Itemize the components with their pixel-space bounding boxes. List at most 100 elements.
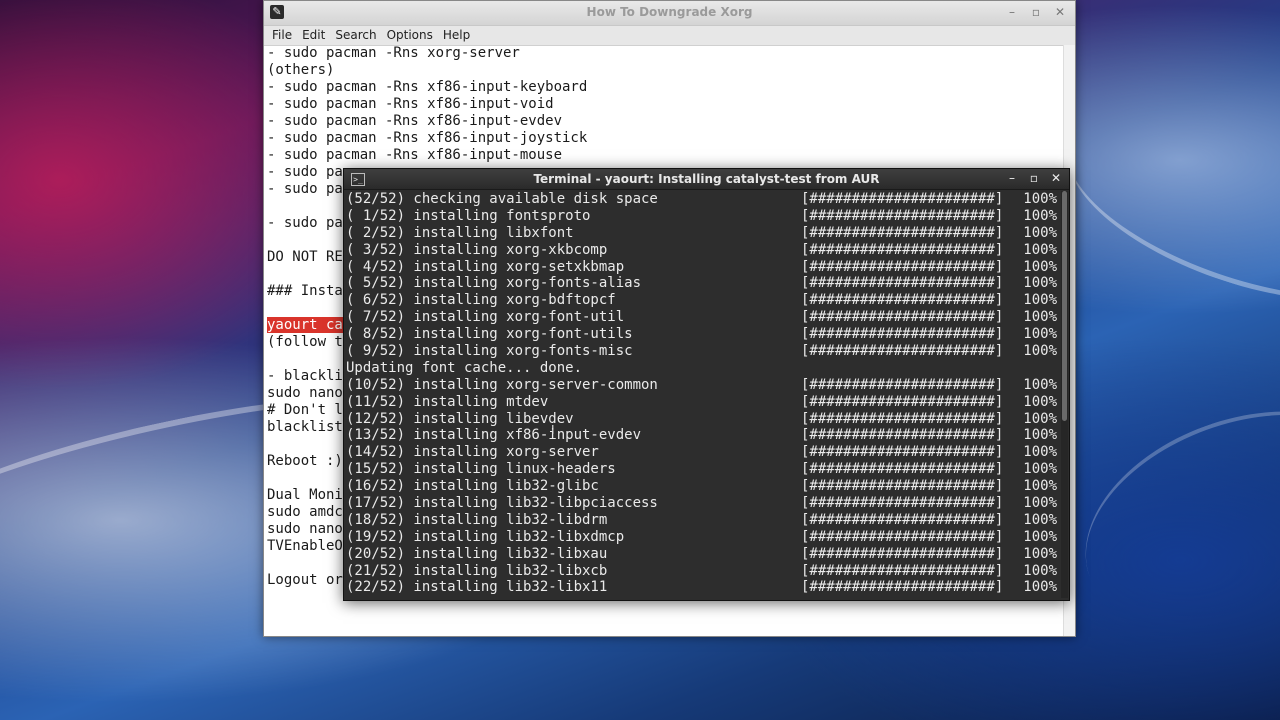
terminal-scrollbar[interactable] — [1061, 191, 1068, 598]
terminal-line-text: (13/52) installing xf86-input-evdev — [346, 427, 642, 444]
progress-bar: [######################] — [801, 495, 1004, 512]
terminal-line-text: ( 2/52) installing libxfont — [346, 224, 574, 241]
text-cursor-icon: I — [551, 423, 555, 437]
maximize-icon[interactable]: ▫ — [1029, 4, 1043, 20]
progress-bar: [######################] — [801, 511, 1004, 528]
progress-percent: 100% — [1023, 376, 1057, 393]
terminal-line: ( 1/52) installing fontsproto [##########… — [346, 208, 1059, 225]
progress-percent: 100% — [1023, 191, 1057, 207]
progress-percent: 100% — [1023, 427, 1057, 444]
terminal-line-text: (14/52) installing xorg-server — [346, 444, 599, 461]
progress-percent: 100% — [1023, 495, 1057, 512]
progress-bar: [######################] — [801, 579, 1004, 596]
progress-percent: 100% — [1023, 393, 1057, 410]
terminal-scrollbar-thumb[interactable] — [1062, 191, 1067, 421]
terminal-line: ( 8/52) installing xorg-font-utils [#####… — [346, 326, 1059, 343]
close-icon[interactable]: ✕ — [1049, 170, 1063, 187]
editor-line-text: - sudo pacman -Rns xf86-input-keyboard — [267, 79, 588, 95]
terminal-line: (15/52) installing linux-headers [#######… — [346, 461, 1059, 478]
wallpaper-streak — [1043, 65, 1280, 340]
menu-edit[interactable]: Edit — [298, 26, 331, 45]
terminal-line-text: (15/52) installing linux-headers — [346, 461, 616, 478]
terminal-line: (10/52) installing xorg-server-common [##… — [346, 377, 1059, 394]
wallpaper-streak — [1054, 371, 1280, 673]
editor-line-text: yaourt ca — [267, 317, 343, 333]
terminal-line-text: (12/52) installing libevdev — [346, 410, 574, 427]
terminal-line-text: (19/52) installing lib32-libxdmcp — [346, 528, 625, 545]
editor-line-text: (others) — [267, 62, 335, 78]
menu-help[interactable]: Help — [439, 26, 476, 45]
terminal-output[interactable]: (52/52) checking available disk space [##… — [346, 191, 1059, 598]
terminal-line-text: ( 8/52) installing xorg-font-utils — [346, 326, 633, 343]
terminal-line: (12/52) installing libevdev [############… — [346, 411, 1059, 428]
terminal-line: ( 2/52) installing libxfont [############… — [346, 225, 1059, 242]
terminal-line-text: Updating font cache... done. — [346, 359, 583, 376]
progress-bar: [######################] — [801, 393, 1004, 410]
editor-line-text: - blackli — [267, 368, 343, 384]
progress-bar: [######################] — [801, 343, 1004, 360]
progress-percent: 100% — [1023, 444, 1057, 461]
editor-line: - sudo pacman -Rns xf86-input-keyboard — [267, 79, 1063, 96]
terminal-titlebar[interactable]: >_ Terminal - yaourt: Installing catalys… — [344, 169, 1069, 190]
terminal-line: (20/52) installing lib32-libxau [########… — [346, 546, 1059, 563]
terminal-line: (13/52) installing xf86-input-evdev [####… — [346, 427, 1059, 444]
editor-line-text: sudo nano — [267, 385, 343, 401]
progress-bar: [######################] — [801, 224, 1004, 241]
editor-line: - sudo pacman -Rns xf86-input-joystick — [267, 130, 1063, 147]
minimize-icon[interactable]: – — [1005, 170, 1019, 187]
terminal-line-text: (21/52) installing lib32-libxcb — [346, 562, 608, 579]
progress-bar: [######################] — [801, 207, 1004, 224]
menu-search[interactable]: Search — [331, 26, 382, 45]
terminal-line-text: ( 6/52) installing xorg-bdftopcf — [346, 292, 616, 309]
progress-percent: 100% — [1023, 545, 1057, 562]
editor-line-text: DO NOT RE — [267, 249, 343, 265]
terminal-window: >_ Terminal - yaourt: Installing catalys… — [343, 168, 1070, 601]
progress-percent: 100% — [1023, 292, 1057, 309]
progress-percent: 100% — [1023, 326, 1057, 343]
terminal-line-text: (10/52) installing xorg-server-common — [346, 376, 658, 393]
editor-line-text: - sudo pacman -Rns xf86-input-evdev — [267, 113, 563, 129]
editor-line-text: # Don't l — [267, 402, 343, 418]
editor-titlebar[interactable]: ✎ How To Downgrade Xorg – ▫ ✕ — [264, 1, 1075, 26]
progress-percent: 100% — [1023, 343, 1057, 360]
terminal-line: (16/52) installing lib32-glibc [#########… — [346, 478, 1059, 495]
terminal-line-text: (18/52) installing lib32-libdrm — [346, 511, 608, 528]
editor-line-text: - sudo pa — [267, 181, 343, 197]
terminal-line-text: (11/52) installing mtdev — [346, 393, 549, 410]
progress-bar: [######################] — [801, 528, 1004, 545]
progress-bar: [######################] — [801, 444, 1004, 461]
menu-options[interactable]: Options — [383, 26, 439, 45]
terminal-line: ( 3/52) installing xorg-xkbcomp [########… — [346, 242, 1059, 259]
terminal-window-title: Terminal - yaourt: Installing catalyst-t… — [533, 172, 880, 186]
editor-line-text: Logout or — [267, 572, 343, 588]
editor-line: - sudo pacman -Rns xf86-input-evdev — [267, 113, 1063, 130]
terminal-line-text: (52/52) checking available disk space — [346, 191, 658, 207]
editor-line-text: TVEnableO — [267, 538, 343, 554]
terminal-line-text: (20/52) installing lib32-libxau — [346, 545, 608, 562]
progress-bar: [######################] — [801, 562, 1004, 579]
editor-line-text: sudo nano — [267, 521, 343, 537]
progress-bar: [######################] — [801, 427, 1004, 444]
minimize-icon[interactable]: – — [1005, 4, 1019, 20]
terminal-line: (14/52) installing xorg-server [#########… — [346, 444, 1059, 461]
progress-percent: 100% — [1023, 562, 1057, 579]
editor-line-text: Reboot :) — [267, 453, 343, 469]
progress-bar: [######################] — [801, 478, 1004, 495]
editor-line-text: ### Insta — [267, 283, 343, 299]
progress-percent: 100% — [1023, 478, 1057, 495]
progress-bar: [######################] — [801, 545, 1004, 562]
progress-percent: 100% — [1023, 461, 1057, 478]
close-icon[interactable]: ✕ — [1053, 4, 1067, 20]
menu-file[interactable]: File — [268, 26, 298, 45]
terminal-line-text: ( 5/52) installing xorg-fonts-alias — [346, 275, 642, 292]
progress-bar: [######################] — [801, 326, 1004, 343]
progress-bar: [######################] — [801, 410, 1004, 427]
progress-bar: [######################] — [801, 275, 1004, 292]
terminal-line-text: ( 9/52) installing xorg-fonts-misc — [346, 343, 633, 360]
maximize-icon[interactable]: ▫ — [1027, 170, 1041, 187]
terminal-line: Updating font cache... done. — [346, 360, 1059, 377]
progress-bar: [######################] — [801, 376, 1004, 393]
editor-line-text: - sudo pacman -Rns xorg-server — [267, 45, 520, 61]
terminal-line: (18/52) installing lib32-libdrm [########… — [346, 512, 1059, 529]
progress-percent: 100% — [1023, 528, 1057, 545]
